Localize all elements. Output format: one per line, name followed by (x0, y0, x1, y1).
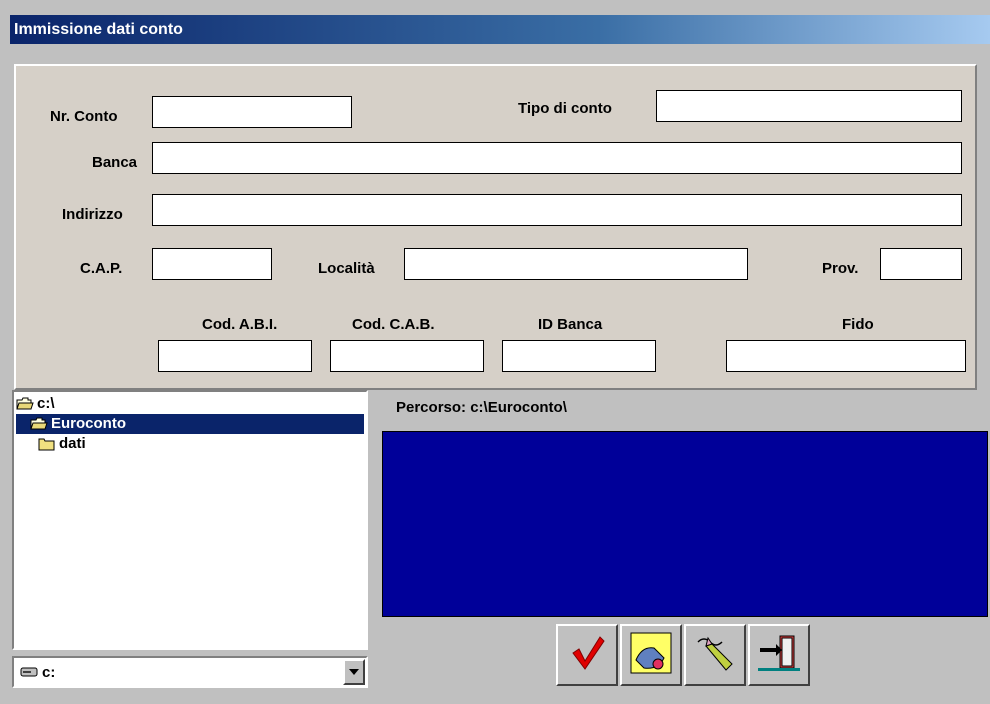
drive-icon (20, 666, 38, 678)
preview-area (382, 431, 988, 617)
directory-tree[interactable]: c:\ Euroconto dati (12, 390, 368, 650)
tree-item-root[interactable]: c:\ (16, 394, 55, 414)
prov-label: Prov. (822, 260, 859, 277)
tree-item-euroconto[interactable]: Euroconto (16, 414, 364, 434)
cab-field[interactable] (330, 340, 484, 372)
id-banca-label: ID Banca (538, 316, 603, 333)
drive-select[interactable]: c: (12, 656, 368, 688)
path-label: Percorso: c:\Euroconto\ (396, 399, 567, 416)
window-body: Nr. Conto Tipo di conto Banca Indirizzo … (10, 44, 990, 704)
cap-label: C.A.P. (80, 260, 123, 277)
open-folder-icon (16, 397, 34, 411)
brush-icon (692, 630, 738, 680)
checkmark-icon (567, 633, 607, 677)
banca-field[interactable] (152, 142, 962, 174)
tree-item-label: dati (59, 435, 86, 452)
tipo-conto-field[interactable] (656, 90, 962, 122)
tree-item-label: Euroconto (51, 415, 126, 432)
closed-folder-icon (38, 437, 56, 451)
id-banca-field[interactable] (502, 340, 656, 372)
localita-label: Località (318, 260, 375, 277)
tipo-conto-label: Tipo di conto (518, 100, 612, 117)
cap-field[interactable] (152, 248, 272, 280)
window-title: Immissione dati conto (10, 15, 990, 44)
confirm-button[interactable] (556, 624, 618, 686)
indirizzo-field[interactable] (152, 194, 962, 226)
nr-conto-field[interactable] (152, 96, 352, 128)
abi-label: Cod. A.B.I. (202, 316, 278, 333)
tree-item-dati[interactable]: dati (16, 434, 86, 454)
indirizzo-label: Indirizzo (62, 206, 123, 223)
clear-button[interactable] (620, 624, 682, 686)
open-folder-icon (30, 417, 48, 431)
eraser-hand-icon (628, 630, 674, 680)
exit-button[interactable] (748, 624, 810, 686)
tree-item-label: c:\ (37, 395, 55, 412)
abi-field[interactable] (158, 340, 312, 372)
fido-field[interactable] (726, 340, 966, 372)
drive-value: c: (42, 663, 56, 681)
account-form-panel: Nr. Conto Tipo di conto Banca Indirizzo … (14, 64, 977, 390)
banca-label: Banca (92, 154, 138, 171)
exit-door-icon (756, 630, 802, 680)
localita-field[interactable] (404, 248, 748, 280)
brush-button[interactable] (684, 624, 746, 686)
prov-field[interactable] (880, 248, 962, 280)
fido-label: Fido (842, 316, 874, 333)
nr-conto-label: Nr. Conto (50, 108, 118, 125)
chevron-down-icon[interactable] (343, 659, 365, 685)
cab-label: Cod. C.A.B. (352, 316, 435, 333)
